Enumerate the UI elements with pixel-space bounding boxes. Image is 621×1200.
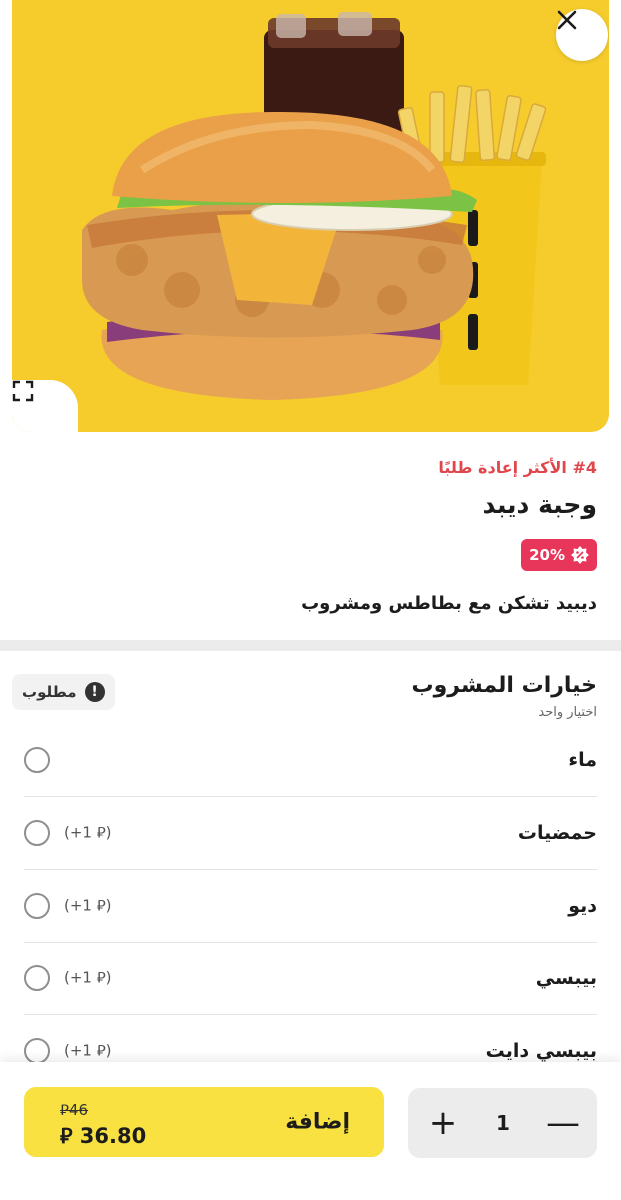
radio-button[interactable] [24,965,50,991]
radio-button[interactable] [24,747,50,773]
option-row[interactable]: (+1 ⃁) بيبسي [24,942,597,1015]
option-price: (+1 ⃁) [64,968,112,987]
add-label: إضافة [285,1109,350,1135]
close-button[interactable] [556,9,608,61]
required-label: مطلوب [22,683,77,701]
close-icon [557,10,577,30]
radio-button[interactable] [24,893,50,919]
discount-badge: 20% [521,539,597,571]
option-name: بيبسي [535,967,597,989]
drink-options-title: خيارات المشروب [411,673,597,698]
expand-image-button[interactable] [12,380,78,432]
option-price: (+1 ⃁) [64,896,112,915]
add-to-cart-button[interactable]: إضافة ⃁46 ⃁ 36.80 [24,1087,384,1157]
radio-button[interactable] [24,820,50,846]
option-name: ديو [568,895,597,917]
most-reordered-badge: #4 الأكثر إعادة طلبًا [438,458,597,477]
exclamation-icon: ! [84,682,105,702]
drink-options-subtitle: اختيار واحد [538,705,597,720]
section-divider [0,640,621,651]
option-price: (+1 ⃁) [64,823,112,842]
expand-icon [12,380,34,402]
quantity-value: 1 [496,1111,510,1135]
discount-tag-icon [571,546,589,564]
option-price: (+1 ⃁) [64,1041,112,1060]
radio-button[interactable] [24,1038,50,1064]
product-title: وجبة ديبد [482,490,598,519]
option-name: بيبسي دايت [485,1040,597,1062]
option-row[interactable]: (+1 ⃁) حمضيات [24,797,597,870]
meal-illustration [82,12,547,400]
product-description: ديبيد تشكن مع بطاطس ومشروب [301,593,597,614]
product-image [12,0,609,432]
option-row[interactable]: ماء [24,724,597,797]
discount-value: 20% [529,546,565,564]
option-name: حمضيات [517,822,597,844]
option-row[interactable]: (+1 ⃁) ديو [24,870,597,943]
discounted-price: ⃁ 36.80 [60,1124,147,1148]
original-price: ⃁46 [60,1101,88,1119]
required-badge: ! مطلوب [12,674,115,710]
decrease-button[interactable]: — [534,1088,592,1158]
increase-button[interactable]: + [414,1088,472,1158]
quantity-stepper: + 1 — [408,1088,597,1158]
option-name: ماء [568,749,597,771]
